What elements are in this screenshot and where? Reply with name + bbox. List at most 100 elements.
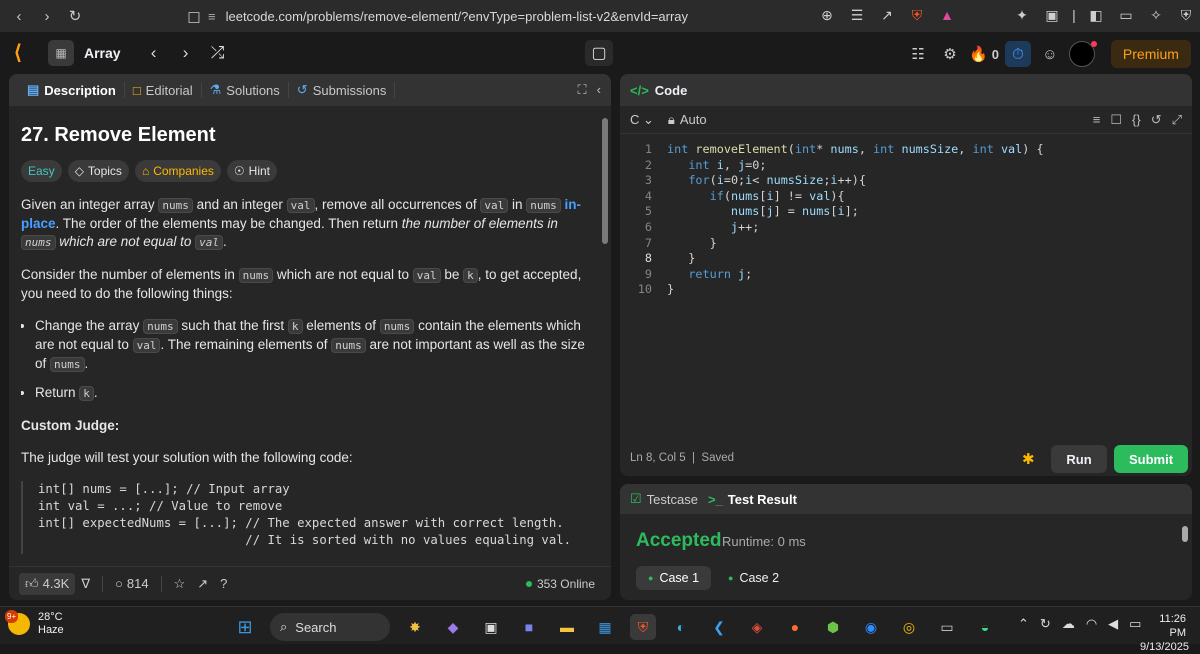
bookmark-icon[interactable]: ☐ — [1110, 112, 1122, 128]
screenshot-icon[interactable]: ▣ — [1040, 3, 1064, 27]
reader-icon[interactable]: ☰ — [845, 3, 869, 27]
teams-icon[interactable]: ■ — [516, 614, 542, 640]
tab-description[interactable]: ▤ Description — [19, 82, 125, 98]
tab-testcase[interactable]: ☑ Testcase — [630, 491, 698, 507]
terminal-icon[interactable]: ▭ — [934, 614, 960, 640]
zoom-icon[interactable]: ⊕ — [815, 3, 839, 27]
next-problem-icon[interactable]: › — [175, 43, 197, 63]
chevron-up-icon[interactable]: ⌃ — [1018, 616, 1029, 632]
lock-icon: ⌂ — [141, 164, 150, 178]
run-button[interactable]: Run — [1051, 445, 1107, 473]
git-icon[interactable]: ◈ — [744, 614, 770, 640]
collapse-icon[interactable]: ‹ — [597, 82, 601, 98]
streak-icon[interactable]: 🔥 0 — [969, 41, 999, 67]
favorite-button[interactable]: ☆ — [168, 573, 192, 595]
format-icon[interactable]: ≡ — [1093, 112, 1101, 128]
brave-shields-icon[interactable]: ⛨ — [905, 3, 929, 27]
site-settings-icon[interactable]: ≡ — [208, 9, 216, 24]
forward-icon[interactable]: › — [34, 3, 60, 29]
date: 9/13/2025 — [1140, 641, 1189, 653]
share-icon[interactable]: ↗ — [875, 3, 899, 27]
submit-button[interactable]: Submit — [1114, 445, 1188, 473]
problem-list-label[interactable]: Array — [84, 45, 121, 61]
code-line: if(nums[i] != val){ — [709, 188, 845, 203]
case-tab-2[interactable]: ● Case 2 — [716, 566, 791, 590]
premium-button[interactable]: Premium — [1110, 40, 1191, 68]
tab-solutions[interactable]: ⚗ Solutions — [202, 82, 289, 98]
brave-icon[interactable]: ⛨ — [630, 614, 656, 640]
tab-label: Description — [44, 82, 116, 98]
bullet-list: Change the array nums such that the firs… — [21, 317, 589, 403]
scrollbar[interactable] — [602, 118, 608, 244]
chrome-icon[interactable]: ◎ — [896, 614, 922, 640]
difficulty-badge: Easy — [21, 160, 62, 182]
companies-tag[interactable]: ⌂ Companies — [134, 160, 221, 182]
problem-list-icon[interactable]: ▦ — [48, 40, 74, 66]
tab-test-result[interactable]: >_ Test Result — [708, 492, 797, 507]
sidebar-icon[interactable]: ◧ — [1084, 3, 1108, 27]
tab-submissions[interactable]: ↺ Submissions — [289, 82, 396, 98]
dislike-button[interactable]: ∇ — [75, 573, 96, 595]
tab-editorial[interactable]: □ Editorial — [125, 82, 202, 98]
debug-icon[interactable]: ✱ — [1022, 450, 1035, 468]
share-icon: ↗ — [197, 575, 209, 591]
file-explorer-icon[interactable]: ▬ — [554, 614, 580, 640]
widgets-icon[interactable]: ✸ — [402, 614, 428, 640]
description-icon: ▤ — [27, 82, 40, 97]
leo-icon[interactable]: ✧ — [1144, 3, 1168, 27]
wallet-icon[interactable]: ▭ — [1114, 3, 1138, 27]
expand-icon[interactable]: ⤢ — [1172, 112, 1182, 128]
temperature: 28°C — [38, 611, 63, 623]
cloud-icon[interactable]: ☁ — [1062, 616, 1075, 632]
settings-icon[interactable]: ⚙ — [937, 41, 963, 67]
leetcode-logo[interactable]: ⟨ — [14, 40, 38, 66]
comments-button[interactable]: ○ 814 — [109, 573, 155, 595]
braces-icon[interactable]: {} — [1132, 112, 1141, 128]
notes-icon[interactable]: ▢ — [585, 40, 613, 66]
back-icon[interactable]: ‹ — [6, 3, 32, 29]
node-icon[interactable]: ⬢ — [820, 614, 846, 640]
edge-icon[interactable]: ◐ — [668, 614, 694, 640]
wifi-icon[interactable]: ◠ — [1086, 616, 1097, 632]
topics-tag[interactable]: ◇ Topics — [67, 160, 129, 182]
add-friend-icon[interactable]: ☺ — [1037, 41, 1063, 67]
hint-tag[interactable]: ☉ Hint — [226, 160, 277, 182]
reset-icon[interactable]: ↺ — [1151, 112, 1162, 128]
tab-code[interactable]: Code — [655, 83, 688, 98]
taskbar-search[interactable]: ⌕ Search — [270, 613, 390, 641]
clock[interactable]: 11:26 PM 9/13/2025 — [1140, 612, 1189, 654]
thumbs-up-icon: 👍︎ — [25, 575, 39, 591]
timer-icon[interactable]: ⏱ — [1004, 41, 1031, 67]
share-button[interactable]: ↗ — [191, 573, 214, 595]
avatar[interactable] — [1068, 41, 1097, 67]
layout-icon[interactable]: ☷ — [905, 41, 931, 67]
prev-problem-icon[interactable]: ‹ — [143, 43, 165, 63]
volume-icon[interactable]: ◀ — [1108, 616, 1118, 632]
vscode-icon[interactable]: ❮ — [706, 614, 732, 640]
task-view-icon[interactable]: ▣ — [478, 614, 504, 640]
sync-icon[interactable]: ↻ — [1040, 616, 1051, 632]
tag-label: Companies — [153, 164, 214, 178]
weather-widget[interactable]: 9+ 28°C Haze — [5, 610, 64, 637]
windows-start-icon[interactable]: ⊞ — [232, 614, 258, 640]
vpn-icon[interactable]: ⛨ — [1174, 3, 1198, 27]
auto-mode-toggle[interactable]: 🔒︎ Auto — [668, 112, 707, 128]
maximize-icon[interactable]: ⛶ — [578, 82, 587, 98]
test-tabbar: ☑ Testcase >_ Test Result — [620, 484, 1192, 514]
copilot-icon[interactable]: ◆ — [440, 614, 466, 640]
zoom-icon[interactable]: ◉ — [858, 614, 884, 640]
language-select[interactable]: C ⌄ — [630, 112, 654, 128]
extensions-icon[interactable]: ✦ — [1010, 3, 1034, 27]
flask-icon: ⚗ — [209, 82, 222, 97]
postman-icon[interactable]: ● — [782, 614, 808, 640]
case-tab-1[interactable]: ● Case 1 — [636, 566, 712, 590]
android-studio-icon[interactable]: ◒ — [972, 614, 998, 640]
store-icon[interactable]: ▦ — [592, 614, 618, 640]
like-button[interactable]: 👍︎ 4.3K — [19, 572, 76, 595]
brave-rewards-icon[interactable]: ▲ — [935, 3, 959, 27]
scrollbar[interactable] — [1182, 526, 1188, 542]
shuffle-icon[interactable]: ⤮ — [207, 43, 229, 63]
help-button[interactable]: ? — [214, 573, 233, 595]
code-editor[interactable]: 1 2 3 4 5 6 7 8 9 10 int removeElement(i… — [620, 138, 1180, 378]
reload-icon[interactable]: ↻ — [62, 3, 88, 29]
